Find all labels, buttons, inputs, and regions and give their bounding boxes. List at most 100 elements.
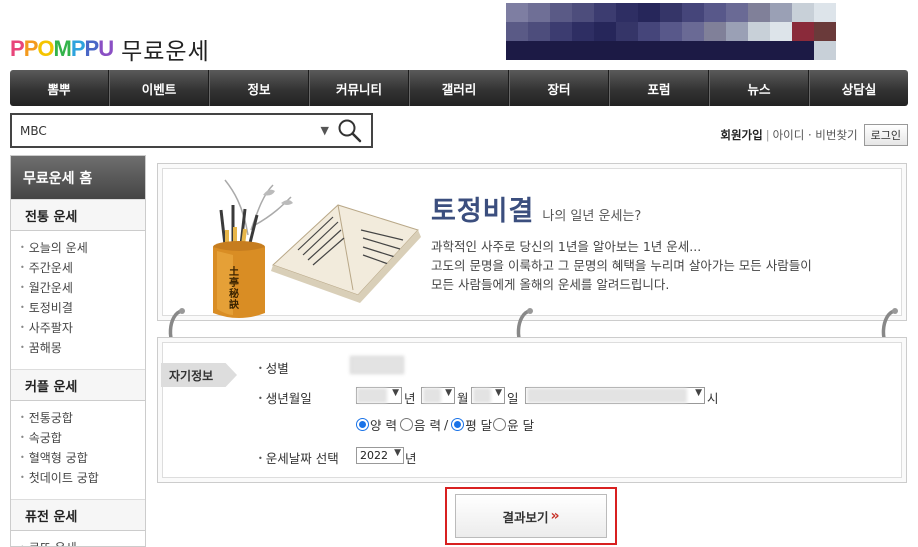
sidebar-item-traditional-match[interactable]: 전통궁합 xyxy=(20,409,145,429)
member-links: 회원가입 | 아이디 · 비번찾기 로그인 xyxy=(720,124,908,146)
banner-tile xyxy=(726,22,748,41)
banner-tile xyxy=(704,3,726,22)
ad-banner[interactable] xyxy=(506,3,836,60)
banner-tile xyxy=(792,22,814,41)
calendar-slash: / xyxy=(443,417,449,432)
gender-label: 성별 xyxy=(258,358,289,377)
nav-item-community[interactable]: 커뮤니티 xyxy=(309,70,409,106)
banner-tile xyxy=(682,22,704,41)
banner-tile xyxy=(594,3,616,22)
hero-subtitle: 나의 일년 운세는? xyxy=(542,209,642,224)
fortune-year-select[interactable]: 2022 ▼ xyxy=(356,447,404,464)
logo-letter: P xyxy=(23,36,39,61)
banner-tile xyxy=(528,22,550,41)
banner-tile xyxy=(594,22,616,41)
banner-tile xyxy=(792,41,814,60)
site-logo[interactable]: PPOMPPU 무료운세 xyxy=(10,34,210,65)
search-dropdown-icon[interactable]: ▼ xyxy=(321,124,329,137)
banner-tile xyxy=(572,3,594,22)
banner-tile xyxy=(660,22,682,41)
month-unit: 월 xyxy=(457,391,469,406)
banner-tile xyxy=(528,3,550,22)
calendar-type-row: 양 력 음 력 / 평 달 윤 달 xyxy=(356,415,534,434)
sidebar-item-first-date-match[interactable]: 첫데이트 궁합 xyxy=(20,469,145,489)
solar-label: 양 력 xyxy=(370,418,397,433)
nav-item-event[interactable]: 이벤트 xyxy=(109,70,209,106)
search-input[interactable] xyxy=(12,115,321,146)
result-label: 결과보기 xyxy=(502,509,549,525)
normal-month-radio[interactable] xyxy=(451,418,465,431)
lunar-radio[interactable] xyxy=(399,418,413,431)
banner-tile xyxy=(682,3,704,22)
banner-tile xyxy=(506,41,528,60)
self-info-tag: 자기정보 xyxy=(161,363,237,387)
hero-panel: 土亭秘訣 토정비결 나의 일년 운세는? 과학적인 사주로 당신의 1년을 알아… xyxy=(157,163,907,321)
hour-unit: 시 xyxy=(707,391,719,406)
fortune-year-value: 2022 xyxy=(360,449,388,462)
hero-desc-line: 고도의 문명을 이룩하고 그 문명의 혜택을 누리며 살아가는 모든 사람들이 xyxy=(431,258,812,273)
solar-radio[interactable] xyxy=(356,418,369,431)
banner-tile xyxy=(814,3,836,22)
sidebar: 무료운세 홈 전통 운세 오늘의 운세 주간운세 월간운세 토정비결 사주팔자 … xyxy=(10,155,146,547)
sidebar-item-saju[interactable]: 사주팔자 xyxy=(20,319,145,339)
jar-label: 土亭秘訣 xyxy=(229,267,239,311)
chevron-down-icon: ▼ xyxy=(394,448,401,458)
banner-tile xyxy=(528,41,550,60)
lunar-label: 음 력 xyxy=(413,418,441,433)
nav-item-news[interactable]: 뉴스 xyxy=(709,70,809,106)
banner-tile xyxy=(638,22,660,41)
nav-item-info[interactable]: 정보 xyxy=(209,70,309,106)
nav-item-gallery[interactable]: 갤러리 xyxy=(409,70,509,106)
find-account-link[interactable]: 아이디 · 비번찾기 xyxy=(773,127,858,143)
logo-letter: M xyxy=(53,36,72,61)
nav-item-ppomppu[interactable]: 뽐뿌 xyxy=(10,70,109,106)
leap-month-radio[interactable] xyxy=(493,418,507,431)
sidebar-section-title: 전통 운세 xyxy=(11,200,145,231)
nav-item-counsel[interactable]: 상담실 xyxy=(809,70,908,106)
search-icon[interactable] xyxy=(337,118,363,144)
sidebar-item-lotto[interactable]: 로또 운세 xyxy=(20,539,145,546)
hero-inner: 土亭秘訣 토정비결 나의 일년 운세는? 과학적인 사주로 당신의 1년을 알아… xyxy=(162,168,902,318)
banner-tile xyxy=(572,41,594,60)
join-link[interactable]: 회원가입 xyxy=(720,127,762,143)
fortune-year-label: 운세날짜 선택 xyxy=(258,448,339,467)
banner-tile xyxy=(726,3,748,22)
main-nav: 뽐뿌 이벤트 정보 커뮤니티 갤러리 장터 포럼 뉴스 상담실 xyxy=(10,70,908,106)
banner-tile xyxy=(660,41,682,60)
banner-tile xyxy=(814,22,836,41)
banner-tile xyxy=(814,41,836,60)
logo-letter: P xyxy=(10,36,25,61)
hero-description: 과학적인 사주로 당신의 1년을 알아보는 1년 운세... 고도의 문명을 이… xyxy=(431,237,812,294)
gender-select[interactable] xyxy=(350,356,404,374)
banner-tile xyxy=(748,41,770,60)
banner-tile xyxy=(748,3,770,22)
banner-tile xyxy=(748,22,770,41)
sidebar-item-today[interactable]: 오늘의 운세 xyxy=(20,239,145,259)
day-unit: 일 xyxy=(507,391,519,406)
sidebar-section-title: 커플 운세 xyxy=(11,370,145,401)
sidebar-item-inner-match[interactable]: 속궁합 xyxy=(20,429,145,449)
login-button[interactable]: 로그인 xyxy=(863,124,908,146)
year-unit: 년 xyxy=(404,391,416,406)
sidebar-section-title: 퓨전 운세 xyxy=(11,500,145,531)
sidebar-home-link[interactable]: 무료운세 홈 xyxy=(11,156,145,199)
sidebar-item-weekly[interactable]: 주간운세 xyxy=(20,259,145,279)
nav-item-market[interactable]: 장터 xyxy=(509,70,609,106)
nav-item-forum[interactable]: 포럼 xyxy=(609,70,709,106)
banner-tile xyxy=(682,41,704,60)
banner-tile xyxy=(704,41,726,60)
banner-tile xyxy=(572,22,594,41)
sidebar-section-traditional: 전통 운세 오늘의 운세 주간운세 월간운세 토정비결 사주팔자 꿈해몽 xyxy=(11,199,145,369)
section-title: 무료운세 xyxy=(121,39,210,65)
banner-tile xyxy=(550,3,572,22)
banner-tile xyxy=(594,41,616,60)
view-result-button[interactable]: 결과보기 » xyxy=(455,494,607,538)
sidebar-item-dream[interactable]: 꿈해몽 xyxy=(20,339,145,359)
sidebar-item-tojeong[interactable]: 토정비결 xyxy=(20,299,145,319)
banner-tile xyxy=(616,3,638,22)
birth-label: 생년월일 xyxy=(258,388,312,407)
sidebar-section-couple: 커플 운세 전통궁합 속궁합 혈액형 궁합 첫데이트 궁합 xyxy=(11,369,145,499)
sidebar-item-monthly[interactable]: 월간운세 xyxy=(20,279,145,299)
banner-tile xyxy=(506,22,528,41)
sidebar-item-blood-match[interactable]: 혈액형 궁합 xyxy=(20,449,145,469)
